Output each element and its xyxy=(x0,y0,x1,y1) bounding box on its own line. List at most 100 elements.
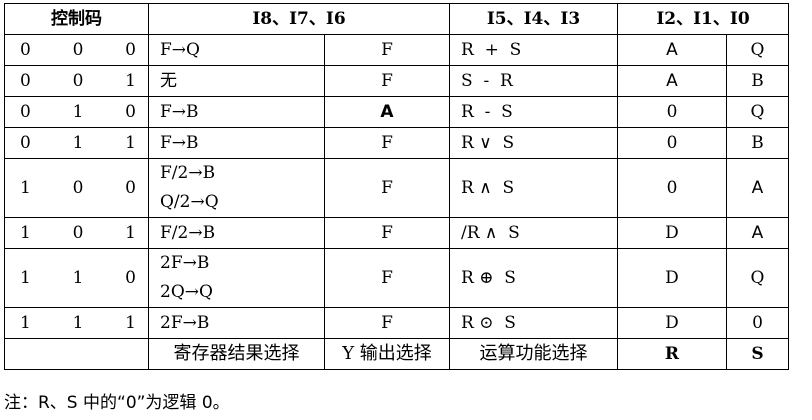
r-source-cell: 0 xyxy=(617,96,727,128)
header-i2-i1-i0: I2、I1、I0 xyxy=(617,3,789,35)
control-bit: 1 xyxy=(20,312,31,333)
table-row: 1 0 1 F/2→B F/R ∧ SDA xyxy=(4,217,789,249)
r-source-cell: 0 xyxy=(617,158,727,218)
r-source-cell: A xyxy=(617,65,727,97)
control-bit: 0 xyxy=(125,267,136,288)
table-row: 0 1 0 F→B A R - S0Q xyxy=(4,96,789,128)
footer-empty-cell xyxy=(4,338,149,370)
y-output-cell: F xyxy=(324,217,450,249)
header-control-code: 控制码 xyxy=(4,3,149,35)
register-op: F→B xyxy=(160,101,199,122)
control-bit: 1 xyxy=(125,70,136,91)
table-row: 1 1 1 2F→B F R ⊙ SD0 xyxy=(4,307,789,339)
control-code-cell: 0 1 1 xyxy=(4,127,149,159)
register-op: 无 xyxy=(160,70,177,91)
y-output-cell: F xyxy=(324,307,450,339)
control-bit: 0 xyxy=(20,70,31,91)
control-code-table-wrap: 控制码 I8、I7、I6 I5、I4、I3 I2、I1、I0 0 0 0 F→Q F R … xyxy=(4,3,789,370)
footer-alu-function-select: 运算功能选择 xyxy=(449,338,618,370)
register-op: F/2→B xyxy=(160,163,216,183)
control-bit: 1 xyxy=(72,267,84,288)
register-result-cell: 2F→B xyxy=(148,307,325,339)
s-source-cell: Q xyxy=(726,96,789,128)
s-source-cell: B xyxy=(726,127,789,159)
control-code-cell: 0 0 0 xyxy=(4,34,149,66)
register-op: Q/2→Q xyxy=(160,192,219,212)
alu-function-cell: /R ∧ S xyxy=(449,217,618,249)
s-source-cell: Q xyxy=(726,248,789,308)
alu-function-cell: S - R xyxy=(449,65,618,97)
alu-function-cell: R + S xyxy=(449,34,618,66)
r-source-cell: 0 xyxy=(617,127,727,159)
control-code-cell: 0 0 1 xyxy=(4,65,149,97)
table-body: 0 0 0 F→Q F R + SAQ001无FS - R A B 0 1 0 F→B A R - S0Q… xyxy=(4,34,789,339)
alu-function-cell: R ⊕ S xyxy=(449,248,618,308)
y-output-cell: A xyxy=(324,96,450,128)
control-bit: 1 xyxy=(20,177,31,198)
alu-function-cell: R ⊙ S xyxy=(449,307,618,339)
control-bit: 1 xyxy=(125,222,136,243)
r-source-cell: A xyxy=(617,34,727,66)
control-bit: 1 xyxy=(125,312,136,333)
r-source-cell: D xyxy=(617,217,727,249)
header-i5-i4-i3: I5、I4、I3 xyxy=(449,3,618,35)
r-source-cell: D xyxy=(617,307,727,339)
table-row: 0 0 0 F→Q F R + SAQ xyxy=(4,34,789,66)
register-result-cell: F→B xyxy=(148,127,325,159)
y-output-cell: F xyxy=(324,127,450,159)
register-result-cell: F/2→B xyxy=(148,217,325,249)
s-source-cell: A xyxy=(726,158,789,218)
y-output-cell: F xyxy=(324,34,450,66)
r-source-cell: D xyxy=(617,248,727,308)
alu-function-cell: R - S xyxy=(449,96,618,128)
control-bit: 1 xyxy=(72,101,84,122)
register-result-cell: 无 xyxy=(148,65,325,97)
register-op: 2F→B xyxy=(160,253,210,273)
alu-function-cell: R ∧ S xyxy=(449,158,618,218)
register-result-cell: F→Q xyxy=(148,34,325,66)
control-code-cell: 0 1 0 xyxy=(4,96,149,128)
control-bit: 1 xyxy=(72,132,84,153)
table-row: 1 0 0 F/2→B Q/2→Q F R ∧ S0A xyxy=(4,158,789,218)
register-op: 2Q→Q xyxy=(160,282,213,302)
register-op: 2F→B xyxy=(160,312,210,333)
s-source-cell: Q xyxy=(726,34,789,66)
y-output-cell: F xyxy=(324,65,450,97)
register-op: F→B xyxy=(160,132,199,153)
control-bit: 0 xyxy=(72,39,84,60)
header-i8-i7-i6: I8、I7、I6 xyxy=(148,3,450,35)
control-bit: 1 xyxy=(20,267,31,288)
register-op: F→Q xyxy=(160,39,200,60)
control-code-cell: 1 1 1 xyxy=(4,307,149,339)
control-bit: 1 xyxy=(72,312,84,333)
control-bit: 0 xyxy=(20,101,31,122)
table-row: 0 0 1 无 FS - RAB xyxy=(4,65,789,97)
y-output-cell: F xyxy=(324,158,450,218)
s-source-cell: A xyxy=(726,217,789,249)
control-bit: 0 xyxy=(72,70,84,91)
register-result-cell: 2F→B 2Q→Q xyxy=(148,248,325,308)
register-op: F/2→B xyxy=(160,222,216,243)
y-output-cell: F xyxy=(324,248,450,308)
s-source-cell: 0 xyxy=(726,307,789,339)
footnote: 注：R、S 中的“0”为逻辑 0。 xyxy=(4,393,230,413)
control-bit: 0 xyxy=(125,101,136,122)
control-bit: 0 xyxy=(125,177,136,198)
control-bit: 1 xyxy=(20,222,31,243)
control-code-table: 控制码 I8、I7、I6 I5、I4、I3 I2、I1、I0 0 0 0 F→Q F R … xyxy=(4,3,789,370)
footer-y-output-select: Y 输出选择 xyxy=(324,338,450,370)
control-bit: 0 xyxy=(20,132,31,153)
control-code-cell: 1 1 0 xyxy=(4,248,149,308)
control-code-cell: 1 0 1 xyxy=(4,217,149,249)
control-code-cell: 1 0 0 xyxy=(4,158,149,218)
table-row: 1 1 0 2F→B 2Q→Q F R ⊕ SDQ xyxy=(4,248,789,308)
control-bit: 0 xyxy=(72,177,84,198)
footer-r-label: R xyxy=(617,338,727,370)
register-result-cell: F/2→B Q/2→Q xyxy=(148,158,325,218)
register-result-cell: F→B xyxy=(148,96,325,128)
alu-function-cell: R ∨ S xyxy=(449,127,618,159)
control-bit: 0 xyxy=(20,39,31,60)
control-bit: 0 xyxy=(72,222,84,243)
control-bit: 0 xyxy=(125,39,136,60)
footer-register-select: 寄存器结果选择 xyxy=(148,338,325,370)
